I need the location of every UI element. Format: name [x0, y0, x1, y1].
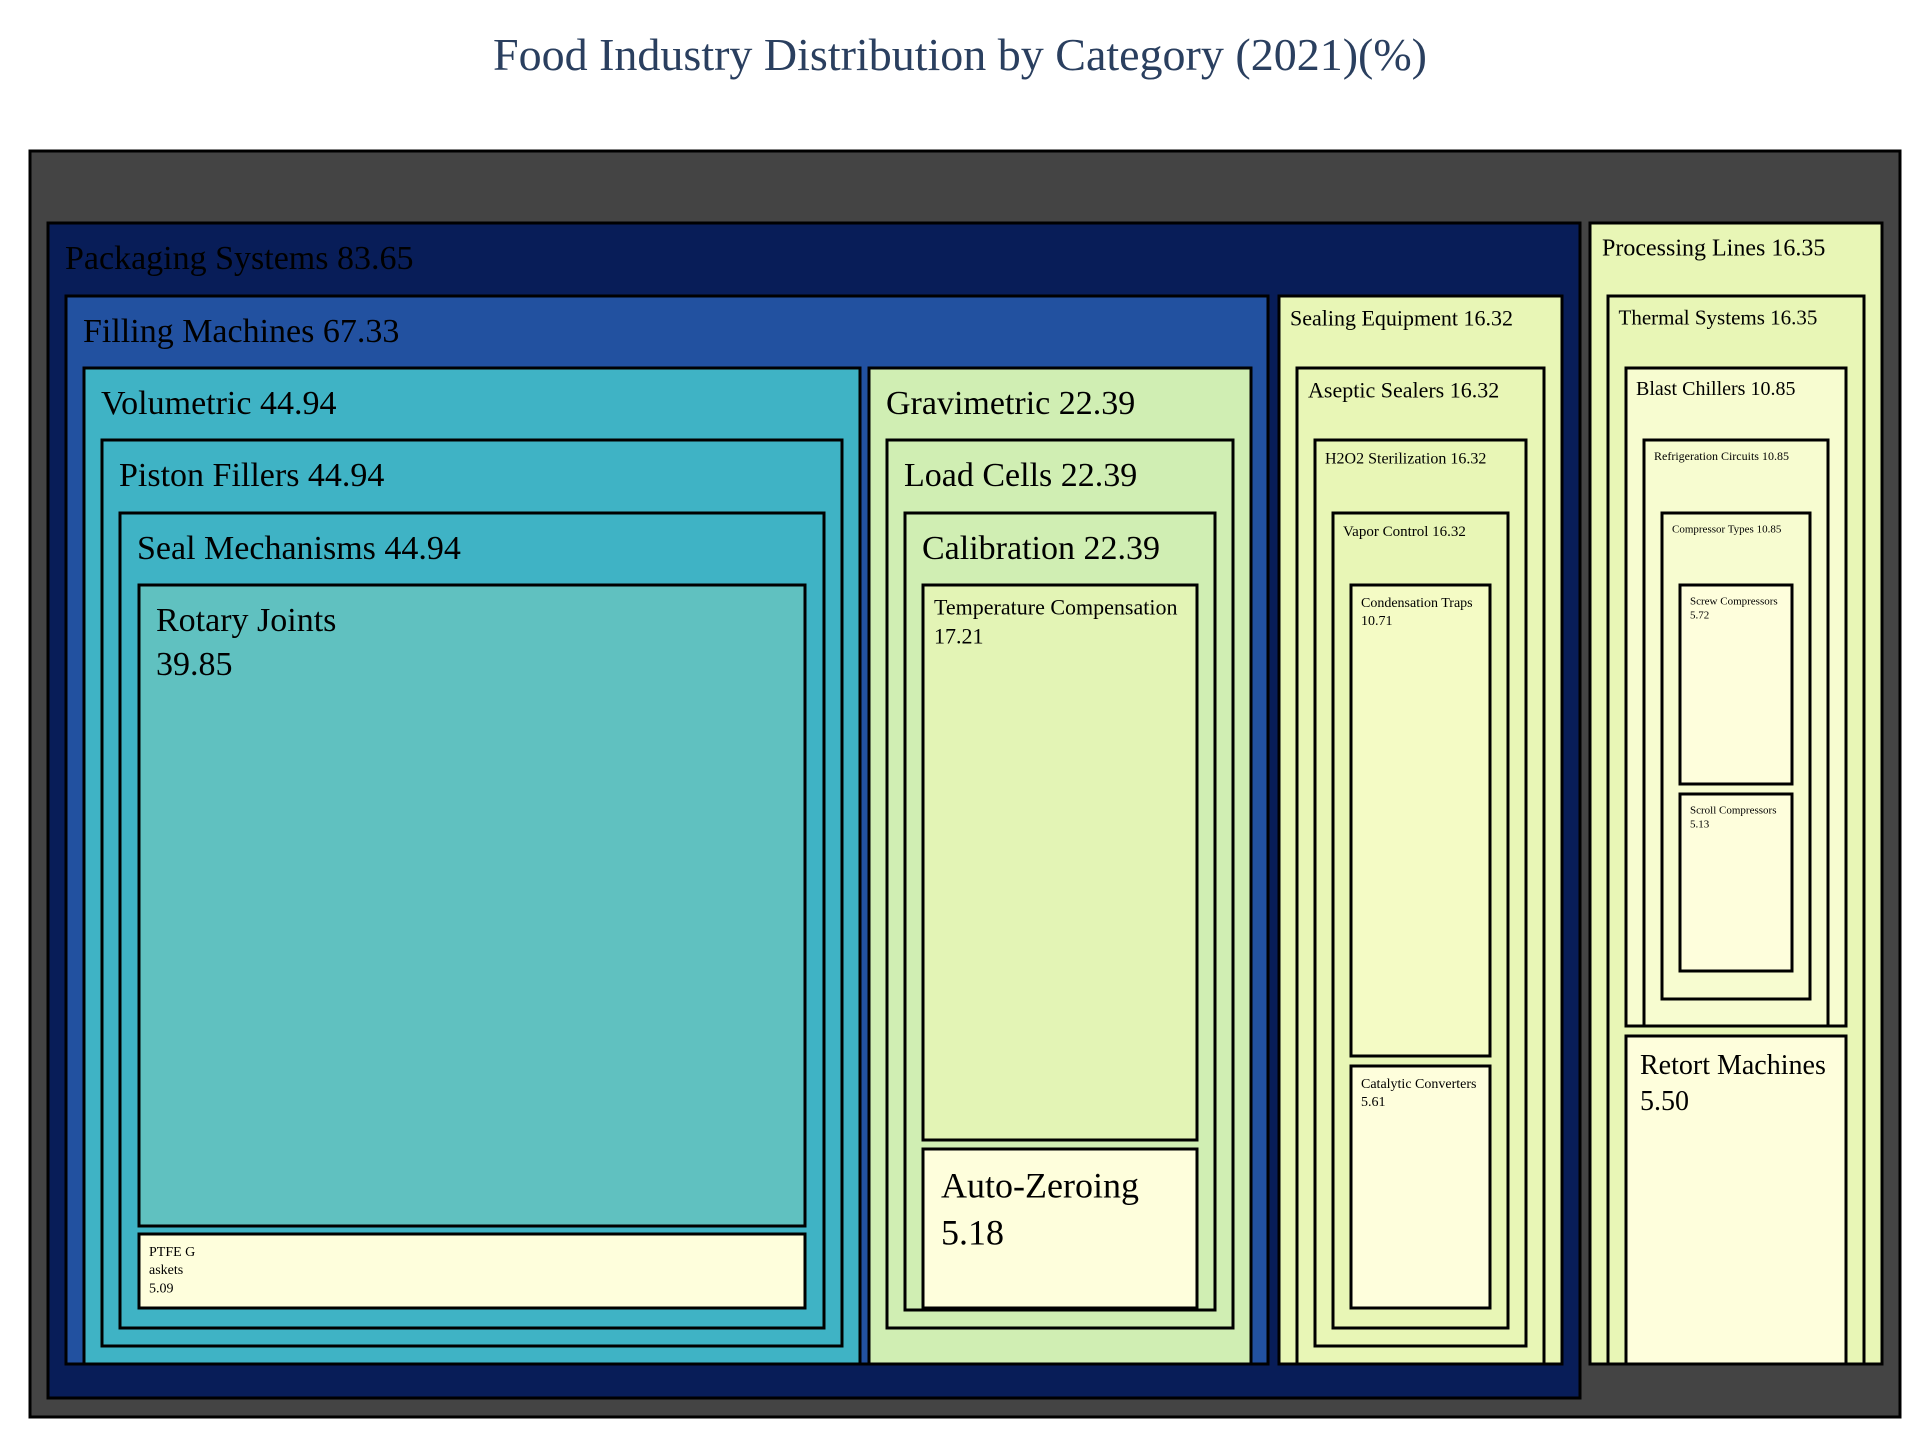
treemap-label-fm: Filling Machines 67.33 [83, 313, 399, 350]
treemap-label-ptfe-line-1: askets [149, 1263, 183, 1278]
treemap-label-cal: Calibration 22.39 [922, 530, 1160, 567]
treemap-label-grav: Gravimetric 22.39 [886, 385, 1135, 422]
treemap-label-ptfe-line-2: 5.09 [149, 1281, 174, 1296]
treemap-node-ct[interactable]: Condensation Traps 10.71 [1349, 583, 1492, 1058]
treemap-node-tc[interactable]: Temperature Compensation 17.21 [921, 583, 1199, 1142]
treemap-tile-rm[interactable] [1624, 1034, 1848, 1366]
treemap-label-se: Sealing Equipment 16.32 [1290, 306, 1513, 331]
treemap-label-az-line-1: 5.18 [941, 1212, 1004, 1252]
treemap-label-tc-line-0: Temperature Compensation [934, 595, 1177, 620]
treemap-node-scr[interactable]: Screw Compressors 5.72 [1678, 583, 1794, 786]
treemap-label-rj-line-1: 39.85 [156, 646, 233, 683]
treemap-label-scl-line-1: 5.13 [1690, 819, 1710, 831]
treemap-node-az[interactable]: Auto-Zeroing 5.18 [921, 1147, 1199, 1310]
treemap-tile-rj[interactable] [137, 583, 807, 1228]
treemap-label-scl-line-0: Scroll Compressors [1690, 804, 1776, 816]
treemap-label-rm-line-1: 5.50 [1640, 1086, 1689, 1117]
treemap-label-cty: Compressor Types 10.85 [1672, 523, 1782, 535]
treemap-tile-tc[interactable] [921, 583, 1199, 1142]
treemap-tile-ptfe[interactable] [137, 1232, 807, 1310]
treemap-label-bc: Blast Chillers 10.85 [1636, 378, 1795, 400]
treemap-label-ps: Packaging Systems 83.65 [65, 240, 413, 277]
treemap-label-ptfe-line-0: PTFE G [149, 1245, 195, 1260]
treemap-node-cc[interactable]: Catalytic Converters 5.61 [1349, 1064, 1492, 1310]
treemap-label-pl: Processing Lines 16.35 [1602, 235, 1825, 261]
treemap-label-scr-line-0: Screw Compressors [1690, 595, 1778, 607]
treemap-label-tc-line-1: 17.21 [934, 623, 984, 648]
treemap-label-cc-line-0: Catalytic Converters [1361, 1077, 1476, 1092]
treemap-node-ptfe[interactable]: PTFE G askets 5.09 [137, 1232, 807, 1310]
treemap-label-ct-line-1: 10.71 [1361, 614, 1393, 629]
treemap-label-cc-line-1: 5.61 [1361, 1095, 1386, 1110]
treemap-label-sm: Seal Mechanisms 44.94 [137, 530, 461, 567]
treemap-label-h2o2: H2O2 Sterilization 16.32 [1325, 451, 1486, 468]
treemap-label-ct-line-0: Condensation Traps [1361, 596, 1473, 611]
treemap-label-az-line-0: Auto-Zeroing [941, 1166, 1139, 1206]
treemap-label-ts: Thermal Systems 16.35 [1619, 305, 1818, 329]
treemap-node-scl[interactable]: Scroll Compressors 5.13 [1678, 792, 1794, 973]
treemap-label-vol: Volumetric 44.94 [101, 385, 336, 422]
treemap-chart: Packaging Systems 83.65 Filling Machines … [28, 149, 1902, 1419]
treemap-label-vc: Vapor Control 16.32 [1343, 524, 1466, 540]
treemap-label-pf: Piston Fillers 44.94 [119, 457, 384, 494]
treemap-label-rm-line-0: Retort Machines [1640, 1050, 1826, 1081]
treemap-node-rm[interactable]: Retort Machines 5.50 [1624, 1034, 1848, 1366]
treemap-label-rc: Refrigeration Circuits 10.85 [1654, 449, 1789, 463]
treemap-tile-ct[interactable] [1349, 583, 1492, 1058]
treemap-label-lc: Load Cells 22.39 [904, 457, 1137, 494]
treemap-label-as: Aseptic Sealers 16.32 [1308, 378, 1499, 403]
treemap-label-scr-line-1: 5.72 [1690, 610, 1709, 622]
treemap-node-rj[interactable]: Rotary Joints 39.85 [137, 583, 807, 1228]
treemap-label-rj-line-0: Rotary Joints [156, 602, 336, 639]
